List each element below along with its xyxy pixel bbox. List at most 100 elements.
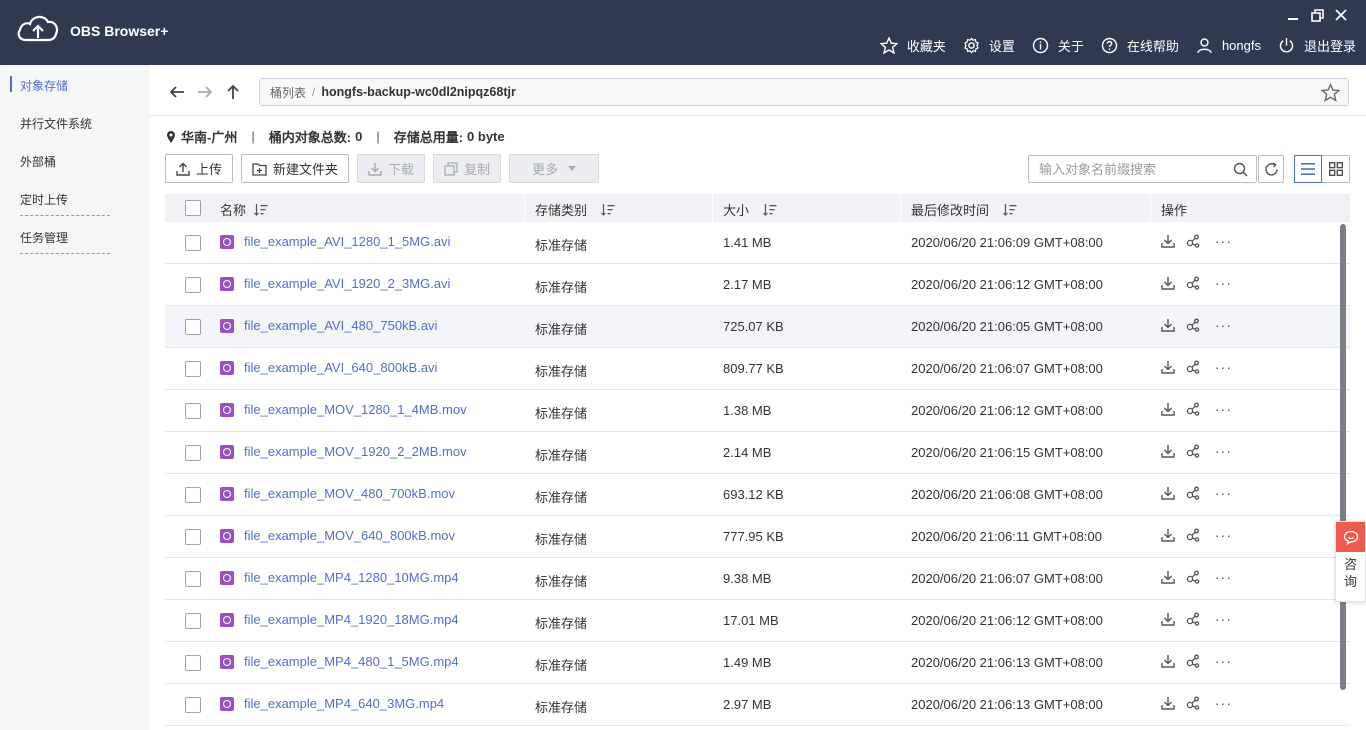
column-modified[interactable]: 最后修改时间 <box>911 200 1017 219</box>
more-actions[interactable]: ··· <box>1215 528 1232 542</box>
more-actions[interactable]: ··· <box>1215 276 1232 290</box>
download-button[interactable]: 下载 <box>357 154 426 183</box>
refresh-button[interactable] <box>1258 155 1284 183</box>
help-link[interactable]: 在线帮助 <box>1101 36 1179 55</box>
download-action[interactable] <box>1161 654 1175 668</box>
file-name-cell[interactable]: file_example_MP4_480_1_5MG.mp4 <box>220 654 459 669</box>
share-action[interactable] <box>1186 276 1200 290</box>
row-checkbox[interactable] <box>185 361 201 377</box>
download-action[interactable] <box>1161 360 1175 374</box>
download-action[interactable] <box>1161 402 1175 416</box>
file-name-link[interactable]: file_example_AVI_480_750kB.avi <box>244 318 437 333</box>
sidebar-item-scheduled-upload[interactable]: 定时上传 <box>20 191 68 208</box>
table-scrollbar[interactable] <box>1339 224 1347 730</box>
table-row[interactable]: file_example_MOV_640_800kB.mov 标准存储 777.95… <box>165 516 1350 558</box>
column-size[interactable]: 大小 <box>723 200 777 219</box>
select-all-checkbox[interactable] <box>185 200 201 216</box>
settings-link[interactable]: 设置 <box>963 36 1015 55</box>
file-name-link[interactable]: file_example_MOV_1280_1_4MB.mov <box>244 402 467 417</box>
more-actions[interactable]: ··· <box>1215 696 1232 710</box>
file-name-cell[interactable]: file_example_MP4_1280_10MG.mp4 <box>220 570 459 585</box>
file-name-link[interactable]: file_example_AVI_1280_1_5MG.avi <box>244 234 450 249</box>
favorite-star-icon[interactable] <box>1321 83 1340 102</box>
table-row[interactable]: file_example_MP4_640_3MG.mp4 标准存储 2.97 MB 2… <box>165 684 1350 726</box>
grid-view-button[interactable] <box>1322 155 1350 183</box>
favorites-link[interactable]: 收藏夹 <box>879 36 946 55</box>
share-action[interactable] <box>1186 444 1200 458</box>
table-row[interactable]: file_example_MP4_480_1_5MG.mp4 标准存储 1.49 M… <box>165 642 1350 684</box>
row-checkbox[interactable] <box>185 235 201 251</box>
table-row[interactable]: file_example_MP4_1920_18MG.mp4 标准存储 17.01 … <box>165 600 1350 642</box>
table-row[interactable]: file_example_MOV_480_700kB.mov 标准存储 693.12… <box>165 474 1350 516</box>
row-checkbox[interactable] <box>185 529 201 545</box>
row-checkbox[interactable] <box>185 319 201 335</box>
download-action[interactable] <box>1161 486 1175 500</box>
sidebar-item-external-bucket[interactable]: 外部桶 <box>20 153 56 170</box>
table-row[interactable]: file_example_AVI_1280_1_5MG.avi 标准存储 1.41 … <box>165 222 1350 264</box>
minimize-button[interactable] <box>1286 8 1300 22</box>
share-action[interactable] <box>1186 318 1200 332</box>
share-action[interactable] <box>1186 696 1200 710</box>
forward-button[interactable] <box>196 83 214 101</box>
row-checkbox[interactable] <box>185 571 201 587</box>
more-dropdown[interactable]: 更多 <box>509 154 600 183</box>
list-view-button[interactable] <box>1294 155 1322 183</box>
table-row[interactable]: file_example_MP4_1280_10MG.mp4 标准存储 9.38 M… <box>165 558 1350 600</box>
file-name-link[interactable]: file_example_MP4_480_1_5MG.mp4 <box>244 654 459 669</box>
file-name-link[interactable]: file_example_AVI_640_800kB.avi <box>244 360 437 375</box>
consult-widget[interactable]: 咨 询 <box>1335 521 1366 602</box>
row-checkbox[interactable] <box>185 403 201 419</box>
sidebar-item-object-storage[interactable]: 对象存储 <box>20 77 68 94</box>
file-name-cell[interactable]: file_example_MP4_1920_18MG.mp4 <box>220 612 459 627</box>
file-name-link[interactable]: file_example_MOV_1920_2_2MB.mov <box>244 444 467 459</box>
file-name-link[interactable]: file_example_MOV_640_800kB.mov <box>244 528 455 543</box>
close-button[interactable] <box>1334 8 1348 22</box>
row-checkbox[interactable] <box>185 487 201 503</box>
file-name-cell[interactable]: file_example_MOV_1280_1_4MB.mov <box>220 402 467 417</box>
download-action[interactable] <box>1161 528 1175 542</box>
more-actions[interactable]: ··· <box>1215 360 1232 374</box>
row-checkbox[interactable] <box>185 445 201 461</box>
up-button[interactable] <box>224 83 242 101</box>
table-row[interactable]: file_example_AVI_1920_2_3MG.avi 标准存储 2.17 … <box>165 264 1350 306</box>
download-action[interactable] <box>1161 570 1175 584</box>
breadcrumb[interactable]: 桶列表 / hongfs-backup-wc0dl2nipqz68tjr <box>259 78 1349 106</box>
more-actions[interactable]: ··· <box>1215 486 1232 500</box>
share-action[interactable] <box>1186 402 1200 416</box>
column-type[interactable]: 存储类别 <box>535 200 615 219</box>
back-button[interactable] <box>168 83 186 101</box>
column-name[interactable]: 名称 <box>220 200 268 219</box>
table-row[interactable]: file_example_MOV_1920_2_2MB.mov 标准存储 2.14 … <box>165 432 1350 474</box>
file-name-cell[interactable]: file_example_AVI_480_750kB.avi <box>220 318 437 333</box>
table-row[interactable]: file_example_AVI_640_800kB.avi 标准存储 809.77… <box>165 348 1350 390</box>
file-name-link[interactable]: file_example_MP4_640_3MG.mp4 <box>244 696 444 711</box>
share-action[interactable] <box>1186 486 1200 500</box>
sidebar-item-task-management[interactable]: 任务管理 <box>20 229 68 246</box>
more-actions[interactable]: ··· <box>1215 570 1232 584</box>
file-name-cell[interactable]: file_example_MP4_640_3MG.mp4 <box>220 696 444 711</box>
row-checkbox[interactable] <box>185 655 201 671</box>
file-name-cell[interactable]: file_example_MOV_1920_2_2MB.mov <box>220 444 467 459</box>
sidebar-item-parallel-fs[interactable]: 并行文件系统 <box>20 115 92 132</box>
download-action[interactable] <box>1161 444 1175 458</box>
download-action[interactable] <box>1161 318 1175 332</box>
share-action[interactable] <box>1186 612 1200 626</box>
scrollbar-thumb[interactable] <box>1340 224 1346 690</box>
table-row[interactable]: file_example_AVI_480_750kB.avi 标准存储 725.07… <box>165 306 1350 348</box>
share-action[interactable] <box>1186 234 1200 248</box>
about-link[interactable]: 关于 <box>1032 36 1084 55</box>
search-icon[interactable] <box>1233 162 1248 177</box>
file-name-link[interactable]: file_example_MOV_480_700kB.mov <box>244 486 455 501</box>
file-name-link[interactable]: file_example_MP4_1920_18MG.mp4 <box>244 612 459 627</box>
more-actions[interactable]: ··· <box>1215 612 1232 626</box>
more-actions[interactable]: ··· <box>1215 318 1232 332</box>
restore-button[interactable] <box>1310 8 1324 22</box>
download-action[interactable] <box>1161 696 1175 710</box>
file-name-cell[interactable]: file_example_MOV_640_800kB.mov <box>220 528 455 543</box>
download-action[interactable] <box>1161 234 1175 248</box>
share-action[interactable] <box>1186 528 1200 542</box>
file-name-cell[interactable]: file_example_AVI_640_800kB.avi <box>220 360 437 375</box>
new-folder-button[interactable]: 新建文件夹 <box>241 154 350 183</box>
file-name-link[interactable]: file_example_AVI_1920_2_3MG.avi <box>244 276 450 291</box>
file-name-cell[interactable]: file_example_AVI_1920_2_3MG.avi <box>220 276 450 291</box>
